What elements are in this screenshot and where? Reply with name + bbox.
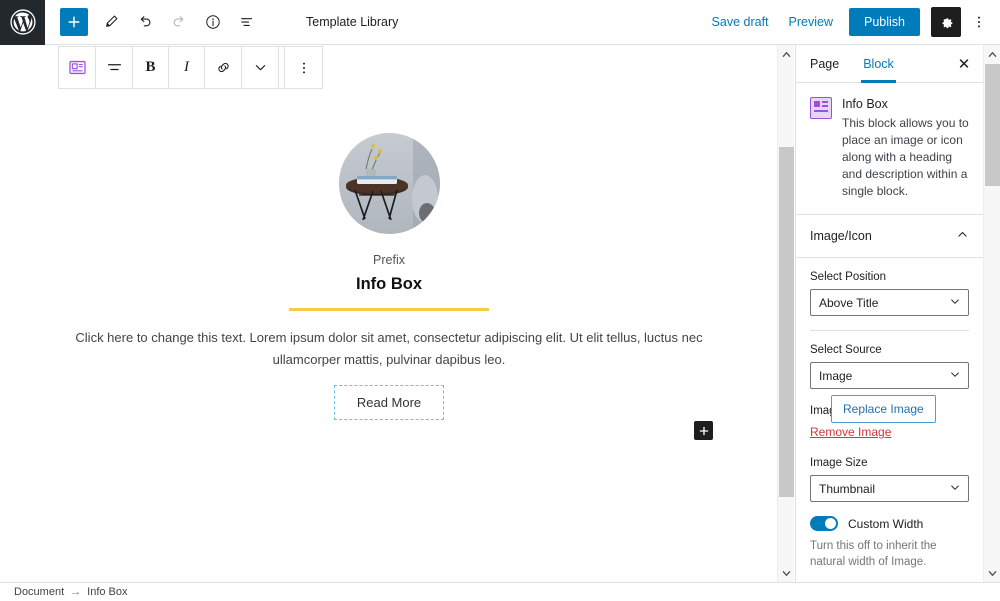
remove-image-link[interactable]: Remove Image — [810, 425, 891, 439]
read-more-button[interactable]: Read More — [333, 385, 445, 420]
more-options-icon[interactable] — [966, 7, 992, 37]
canvas-scrollbar[interactable] — [777, 45, 794, 582]
tab-page[interactable]: Page — [796, 45, 851, 82]
select-position-value: Above Title — [819, 295, 879, 310]
select-source-field: Select Source Image — [796, 331, 983, 389]
close-sidebar-icon[interactable]: ✕ — [945, 45, 983, 82]
topbar-actions: Save draft Preview Publish — [703, 7, 1000, 37]
select-source-dropdown[interactable]: Image — [810, 362, 969, 389]
sidebar-scrollbar[interactable] — [983, 45, 1000, 582]
add-block-button[interactable] — [60, 8, 88, 36]
italic-button[interactable]: I — [169, 47, 205, 88]
image-field: Image Replace Image Remove Image — [796, 389, 983, 443]
block-type-icon[interactable] — [59, 47, 96, 88]
custom-width-toggle[interactable] — [810, 516, 838, 531]
preview-button[interactable]: Preview — [780, 9, 842, 35]
info-box-prefix[interactable]: Prefix — [45, 253, 733, 267]
select-position-dropdown[interactable]: Above Title — [810, 289, 969, 316]
tab-block[interactable]: Block — [851, 45, 906, 83]
block-info-card: Info Box This block allows you to place … — [796, 83, 983, 215]
info-box-title[interactable]: Info Box — [45, 275, 733, 294]
sidebar-scroll-down-arrow[interactable] — [984, 564, 1000, 582]
block-card-title: Info Box — [842, 97, 888, 111]
select-source-value: Image — [819, 368, 853, 383]
custom-width-toggle-row: Custom Width — [796, 502, 983, 531]
block-toolbar: B I — [58, 46, 323, 89]
panel-title: Image/Icon — [810, 229, 872, 243]
breadcrumb: Document → Info Box — [0, 586, 128, 598]
save-draft-button[interactable]: Save draft — [703, 9, 778, 35]
sidebar-tabs: Page Block ✕ — [796, 45, 983, 83]
settings-sidebar: Page Block ✕ Info Box This block allows … — [795, 45, 983, 582]
document-title: Template Library — [306, 15, 399, 29]
canvas-scroll-thumb[interactable] — [779, 147, 794, 497]
block-appender-button[interactable] — [694, 421, 713, 440]
panel-header-image-icon[interactable]: Image/Icon — [796, 215, 983, 258]
custom-width-help-text: Turn this off to inherit the natural wid… — [810, 540, 937, 568]
link-icon[interactable] — [205, 47, 242, 88]
info-box-divider — [289, 308, 489, 311]
undo-icon[interactable] — [128, 5, 162, 39]
breadcrumb-document[interactable]: Document — [14, 586, 64, 598]
image-size-value: Thumbnail — [819, 481, 876, 496]
editor-canvas[interactable]: B I Prefix Info Box Click here to change… — [0, 45, 777, 582]
info-box-description[interactable]: Click here to change this text. Lorem ip… — [45, 327, 733, 371]
select-source-label: Select Source — [810, 344, 882, 356]
replace-image-button[interactable]: Replace Image — [831, 395, 936, 423]
image-size-label: Image Size — [810, 457, 868, 469]
info-box-block-icon — [810, 97, 832, 119]
custom-width-label: Custom Width — [848, 516, 924, 531]
bold-button[interactable]: B — [133, 47, 169, 88]
block-card-description: This block allows you to place an image … — [842, 116, 969, 198]
image-size-dropdown[interactable]: Thumbnail — [810, 475, 969, 502]
document-info-icon[interactable] — [196, 5, 230, 39]
edit-tool-icon[interactable] — [94, 5, 128, 39]
wordpress-logo-icon[interactable] — [0, 0, 45, 45]
chevron-up-icon[interactable] — [956, 228, 969, 244]
block-more-options-icon[interactable] — [285, 47, 322, 88]
list-view-icon[interactable] — [230, 5, 264, 39]
select-position-field: Select Position Above Title — [796, 258, 983, 330]
align-icon[interactable] — [96, 47, 133, 88]
chevron-down-icon — [949, 481, 961, 496]
sidebar-scroll-thumb[interactable] — [985, 64, 1000, 186]
info-box-block[interactable]: Prefix Info Box Click here to change thi… — [45, 133, 733, 420]
width-field: Width (px) 139 Reset — [796, 570, 983, 582]
sidebar-scroll-up-arrow[interactable] — [984, 45, 1000, 63]
settings-gear-icon[interactable] — [931, 7, 961, 37]
canvas-scroll-down-arrow[interactable] — [778, 564, 795, 582]
info-box-image[interactable] — [338, 133, 440, 234]
breadcrumb-separator: → — [70, 586, 82, 598]
editor-footer: Document → Info Box — [0, 582, 1000, 601]
publish-button[interactable]: Publish — [849, 8, 920, 36]
canvas-scroll-up-arrow[interactable] — [778, 45, 795, 63]
chevron-down-icon — [949, 295, 961, 310]
chevron-down-icon — [949, 368, 961, 383]
chevron-down-icon[interactable] — [242, 47, 279, 88]
image-size-field: Image Size Thumbnail — [796, 443, 983, 502]
editor-top-bar: Template Library Save draft Preview Publ… — [0, 0, 1000, 45]
redo-icon — [162, 5, 196, 39]
select-position-label: Select Position — [810, 271, 887, 283]
breadcrumb-info-box[interactable]: Info Box — [87, 586, 127, 598]
